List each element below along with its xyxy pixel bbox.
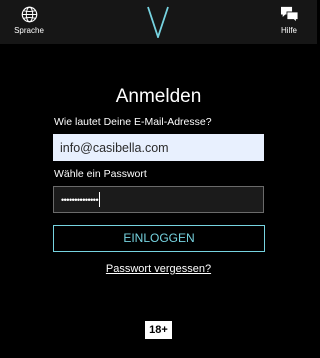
password-field[interactable]: ••••••••••••••	[53, 186, 264, 213]
email-field[interactable]	[53, 134, 264, 161]
page-title: Anmelden	[115, 86, 202, 107]
v-logo-icon	[147, 6, 169, 40]
top-bar: Sprache Hilfe	[0, 0, 317, 44]
password-mask: ••••••••••••••	[61, 194, 99, 205]
help-label: Hilfe	[280, 26, 297, 35]
chat-bubbles-icon	[280, 6, 298, 23]
age-rating-badge: 18+	[145, 321, 172, 339]
language-label: Sprache	[14, 26, 44, 35]
language-button[interactable]: Sprache	[4, 6, 54, 40]
globe-icon	[21, 6, 37, 23]
brand-logo	[145, 6, 171, 43]
password-label: Wähle ein Passwort	[54, 168, 147, 180]
text-cursor	[99, 192, 101, 207]
forgot-password-link[interactable]: Passwort vergessen?	[0, 263, 317, 275]
email-label: Wie lautet Deine E-Mail-Adresse?	[54, 116, 212, 128]
help-button[interactable]: Hilfe	[264, 6, 314, 40]
login-button[interactable]: EINLOGGEN	[53, 225, 265, 252]
